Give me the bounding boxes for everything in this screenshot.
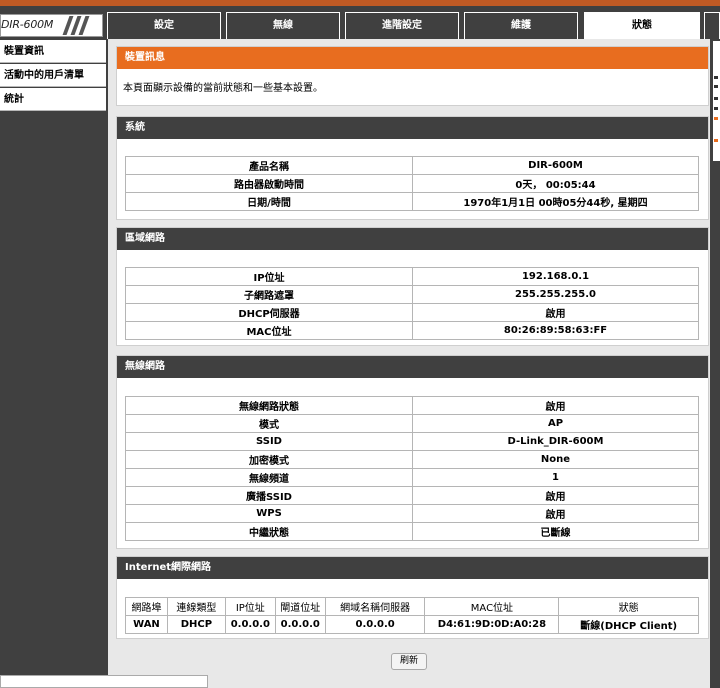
sidebar-item-active-clients[interactable]: 活動中的用戶清單	[0, 64, 106, 87]
column-header: 網路埠	[125, 597, 168, 616]
column-header: 閘道位址	[274, 597, 326, 616]
column-header: 狀態	[558, 597, 699, 616]
right-help-panel	[710, 39, 720, 688]
table-row: 路由器啟動時間 0天， 00:05:44	[125, 174, 699, 193]
table-row: IP位址 192.168.0.1	[125, 267, 699, 286]
internet-section: Internet網際網路 網路埠 連線類型 IP位址 閘道位址 網域名稱伺服器 …	[116, 556, 709, 639]
device-info-description: 本頁面顯示設備的當前狀態和一些基本設置。	[123, 83, 323, 94]
logo-stripes-icon	[62, 16, 96, 35]
help-panel-strip	[713, 41, 720, 161]
internet-title: Internet網際網路	[117, 557, 708, 579]
table-row: 廣播SSID 啟用	[125, 486, 699, 505]
refresh-button[interactable]: 刷新	[391, 653, 427, 670]
lan-title: 區域網路	[117, 228, 708, 250]
table-row: 模式 AP	[125, 414, 699, 433]
tab-status[interactable]: 狀態	[584, 12, 700, 39]
table-row: 中繼狀態 已斷線	[125, 522, 699, 541]
bottom-status-bar	[0, 675, 208, 688]
table-row: WAN DHCP 0.0.0.0 0.0.0.0 0.0.0.0 D4:61:9…	[125, 615, 699, 634]
tab-maintenance[interactable]: 維護	[464, 12, 578, 39]
column-header: MAC位址	[424, 597, 560, 616]
table-row: 加密模式 None	[125, 450, 699, 469]
wireless-table: 無線網路狀態 啟用 模式 AP SSID D-Link_DIR-600M 加密模式 No…	[125, 396, 699, 541]
table-row: 產品名稱 DIR-600M	[125, 156, 699, 175]
table-header-row: 網路埠 連線類型 IP位址 閘道位址 網域名稱伺服器 MAC位址 狀態	[125, 597, 699, 616]
table-row: WPS 啟用	[125, 504, 699, 523]
tab-setup[interactable]: 設定	[107, 12, 221, 39]
table-row: 子網路遮罩 255.255.255.0	[125, 285, 699, 304]
table-row: 無線網路狀態 啟用	[125, 396, 699, 415]
table-row: MAC位址 80:26:89:58:63:FF	[125, 321, 699, 340]
tab-wireless[interactable]: 無線	[226, 12, 340, 39]
system-title: 系統	[117, 117, 708, 139]
table-row: 日期/時間 1970年1月1日 00時05分44秒, 星期四	[125, 192, 699, 211]
column-header: 網域名稱伺服器	[324, 597, 426, 616]
internet-table: 網路埠 連線類型 IP位址 閘道位址 網域名稱伺服器 MAC位址 狀態 WAN …	[125, 597, 699, 634]
sidebar-item-device-info[interactable]: 裝置資訊	[0, 40, 106, 63]
system-table: 產品名稱 DIR-600M 路由器啟動時間 0天， 00:05:44 日期/時間 19…	[125, 156, 699, 211]
table-row: SSID D-Link_DIR-600M	[125, 432, 699, 451]
table-row: DHCP伺服器 啟用	[125, 303, 699, 322]
column-header: IP位址	[224, 597, 276, 616]
tab-overflow	[704, 12, 720, 39]
lan-section: 區域網路 IP位址 192.168.0.1 子網路遮罩 255.255.255.0 …	[116, 227, 709, 346]
column-header: 連線類型	[166, 597, 226, 616]
wireless-title: 無線網路	[117, 356, 708, 378]
model-name: DIR-600M	[1, 18, 54, 31]
model-logo: DIR-600M	[0, 14, 103, 37]
tab-advanced[interactable]: 進階設定	[345, 12, 459, 39]
device-info-title: 裝置訊息	[117, 47, 708, 69]
device-info-section: 裝置訊息 本頁面顯示設備的當前狀態和一些基本設置。	[116, 46, 709, 106]
system-section: 系統 產品名稱 DIR-600M 路由器啟動時間 0天， 00:05:44 日期/時…	[116, 116, 709, 220]
sidebar	[0, 39, 108, 688]
wireless-section: 無線網路 無線網路狀態 啟用 模式 AP SSID D-Link_DIR-600M 加…	[116, 355, 709, 549]
sidebar-item-statistics[interactable]: 統計	[0, 88, 106, 111]
table-row: 無線頻道 1	[125, 468, 699, 487]
lan-table: IP位址 192.168.0.1 子網路遮罩 255.255.255.0 DHCP伺…	[125, 267, 699, 340]
